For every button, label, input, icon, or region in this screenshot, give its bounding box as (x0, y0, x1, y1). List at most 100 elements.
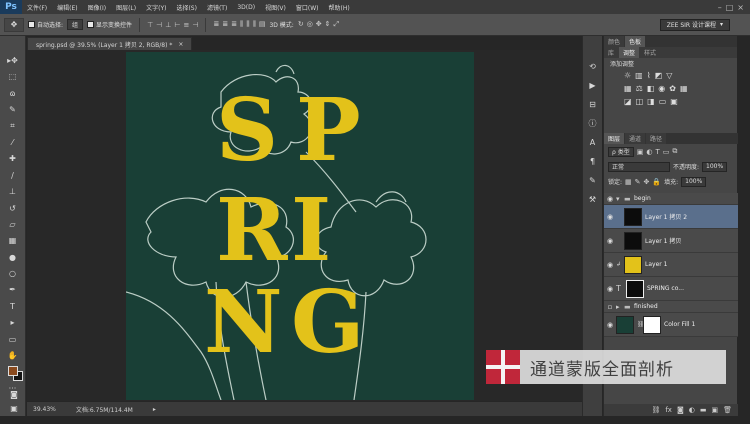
eye-icon[interactable]: ◉ (604, 213, 616, 221)
eye-icon[interactable]: ◉ (604, 261, 616, 269)
close-window-icon[interactable]: × (737, 3, 744, 12)
close-tab-icon[interactable]: × (178, 41, 183, 48)
gradient-tool-icon[interactable]: ▦ (5, 234, 21, 247)
document-info[interactable]: 文档:6.75M/114.4M (76, 405, 133, 414)
align-center-icon[interactable]: ≡ (184, 21, 190, 29)
distribute-right-icon[interactable]: ⫼ (253, 20, 256, 29)
align-middle-icon[interactable]: ⊣ (156, 21, 162, 29)
tab-channels[interactable]: 通道 (625, 133, 646, 144)
move-tool-icon[interactable]: ▸✥ (5, 54, 21, 67)
crop-tool-icon[interactable]: ⌗ (5, 120, 21, 133)
color-lookup-icon[interactable]: ▦ (680, 84, 688, 93)
distribute-top-icon[interactable]: ≣ (213, 20, 219, 29)
chevron-right-icon[interactable]: ▸ (616, 303, 624, 311)
filter-type-icon[interactable]: T (655, 148, 659, 156)
brush-tool-icon[interactable]: ∕ (5, 169, 21, 182)
layer-row[interactable]: ◉ ↲ Layer 1 (604, 253, 738, 277)
pen-tool-icon[interactable]: ✒ (5, 283, 21, 296)
history-icon[interactable]: ⟲ (587, 60, 599, 72)
new-layer-icon[interactable]: ▣ (711, 406, 718, 414)
shape-tool-icon[interactable]: ▭ (5, 333, 21, 346)
align-bottom-icon[interactable]: ⊥ (165, 21, 171, 29)
align-right-icon[interactable]: ⊣ (192, 21, 198, 29)
auto-select-option[interactable]: 自动选择: (28, 20, 63, 29)
tab-libraries[interactable]: 库 (604, 47, 619, 58)
selective-color-icon[interactable]: ▣ (670, 97, 678, 106)
visibility-off-icon[interactable]: ▫ (604, 303, 616, 311)
layer-row-text[interactable]: ◉ T SPRING co... (604, 277, 738, 301)
blend-mode-dropdown[interactable]: 正常 (608, 161, 670, 172)
eye-icon[interactable]: ◉ (604, 285, 616, 293)
fill-input[interactable]: 100% (681, 176, 707, 187)
quick-select-tool-icon[interactable]: ✎ (5, 103, 21, 116)
lock-paint-icon[interactable]: ✎ (635, 178, 641, 186)
levels-icon[interactable]: ▥ (635, 71, 643, 80)
layer-row-fill[interactable]: ◉ ⛓ Color Fill 1 (604, 313, 738, 337)
status-menu-icon[interactable]: ▸ (153, 406, 156, 413)
menu-select[interactable]: 选择(S) (171, 3, 202, 12)
info-icon[interactable]: ⓘ (587, 117, 599, 129)
dodge-tool-icon[interactable]: ○ (5, 267, 21, 280)
actions-icon[interactable]: ▶ (587, 79, 599, 91)
drag-3d-icon[interactable]: ✥ (316, 20, 322, 29)
blur-tool-icon[interactable]: ● (5, 251, 21, 264)
roll-3d-icon[interactable]: ◎ (307, 20, 313, 29)
lasso-tool-icon[interactable]: ɷ (5, 87, 21, 100)
character-icon[interactable]: A (587, 136, 599, 148)
eye-icon[interactable]: ◉ (604, 195, 616, 203)
eraser-tool-icon[interactable]: ▱ (5, 218, 21, 231)
align-left-icon[interactable]: ⊢ (174, 21, 180, 29)
layer-group-finished[interactable]: ▫ ▸ ▬ finished (604, 301, 738, 313)
slide-3d-icon[interactable]: ⇕ (325, 20, 331, 29)
tool-presets-icon[interactable]: ⚒ (587, 193, 599, 205)
auto-select-dropdown[interactable]: 组 (67, 19, 84, 30)
tab-adjustments[interactable]: 调整 (619, 47, 640, 58)
scale-3d-icon[interactable]: ⤢ (334, 20, 340, 29)
filter-shape-icon[interactable]: ▭ (663, 148, 670, 156)
menu-filter[interactable]: 滤镜(T) (202, 3, 232, 12)
threshold-icon[interactable]: ◨ (647, 97, 655, 106)
tab-swatches[interactable]: 色板 (625, 36, 646, 47)
new-adjustment-icon[interactable]: ◐ (689, 406, 695, 414)
type-tool-icon[interactable]: T (5, 300, 21, 313)
healing-brush-tool-icon[interactable]: ✚ (5, 152, 21, 165)
channel-mixer-icon[interactable]: ✿ (669, 84, 676, 93)
delete-layer-icon[interactable]: 🗑 (723, 406, 732, 414)
distribute-bottom-icon[interactable]: ≣ (231, 20, 237, 29)
workspace-dropdown[interactable]: ZEE SIR 设计课程 ▾ (659, 18, 730, 31)
lock-all-icon[interactable]: 🔒 (652, 178, 661, 186)
fx-icon[interactable]: fx (665, 406, 672, 414)
show-transform-checkbox[interactable] (87, 21, 95, 28)
show-transform-option[interactable]: 显示变换控件 (87, 20, 132, 29)
black-white-icon[interactable]: ◧ (647, 84, 655, 93)
auto-align-icon[interactable]: ▤ (259, 20, 266, 29)
distribute-middle-icon[interactable]: ≣ (222, 20, 228, 29)
chevron-down-icon[interactable]: ▾ (616, 195, 624, 203)
path-select-tool-icon[interactable]: ▸ (5, 316, 21, 329)
layer-row[interactable]: ◉ Layer 1 拷贝 (604, 229, 738, 253)
lock-pixels-icon[interactable]: ▦ (625, 178, 632, 186)
minimize-icon[interactable]: – (718, 3, 722, 12)
filter-smart-icon[interactable]: ⧉ (672, 147, 677, 156)
posterize-icon[interactable]: ◫ (636, 97, 644, 106)
clone-stamp-tool-icon[interactable]: ⊥ (5, 185, 21, 198)
curves-icon[interactable]: ⌇ (647, 71, 651, 80)
menu-help[interactable]: 帮助(H) (324, 3, 355, 12)
brightness-icon[interactable]: ☼ (624, 71, 631, 80)
new-group-icon[interactable]: ▬ (700, 406, 707, 414)
eyedropper-tool-icon[interactable]: ⁄ (5, 136, 21, 149)
filter-adjust-icon[interactable]: ◐ (646, 148, 652, 156)
tab-layers[interactable]: 图层 (604, 133, 625, 144)
opacity-input[interactable]: 100% (702, 161, 728, 172)
screen-mode-icon[interactable]: ▣ (6, 402, 22, 415)
document-tab[interactable]: spring.psd @ 39.5% (Layer 1 拷贝 2, RGB/8)… (27, 37, 193, 50)
canvas[interactable]: S P R I N G (126, 52, 474, 400)
tab-paths[interactable]: 路径 (646, 133, 667, 144)
align-top-icon[interactable]: ⊤ (147, 21, 153, 29)
eye-icon[interactable]: ◉ (604, 321, 616, 329)
gradient-map-icon[interactable]: ▭ (659, 97, 667, 106)
link-layers-icon[interactable]: ⛓ (651, 406, 660, 414)
auto-select-checkbox[interactable] (28, 21, 35, 28)
maximize-icon[interactable]: □ (726, 3, 734, 12)
rotate-3d-icon[interactable]: ↻ (298, 20, 304, 29)
